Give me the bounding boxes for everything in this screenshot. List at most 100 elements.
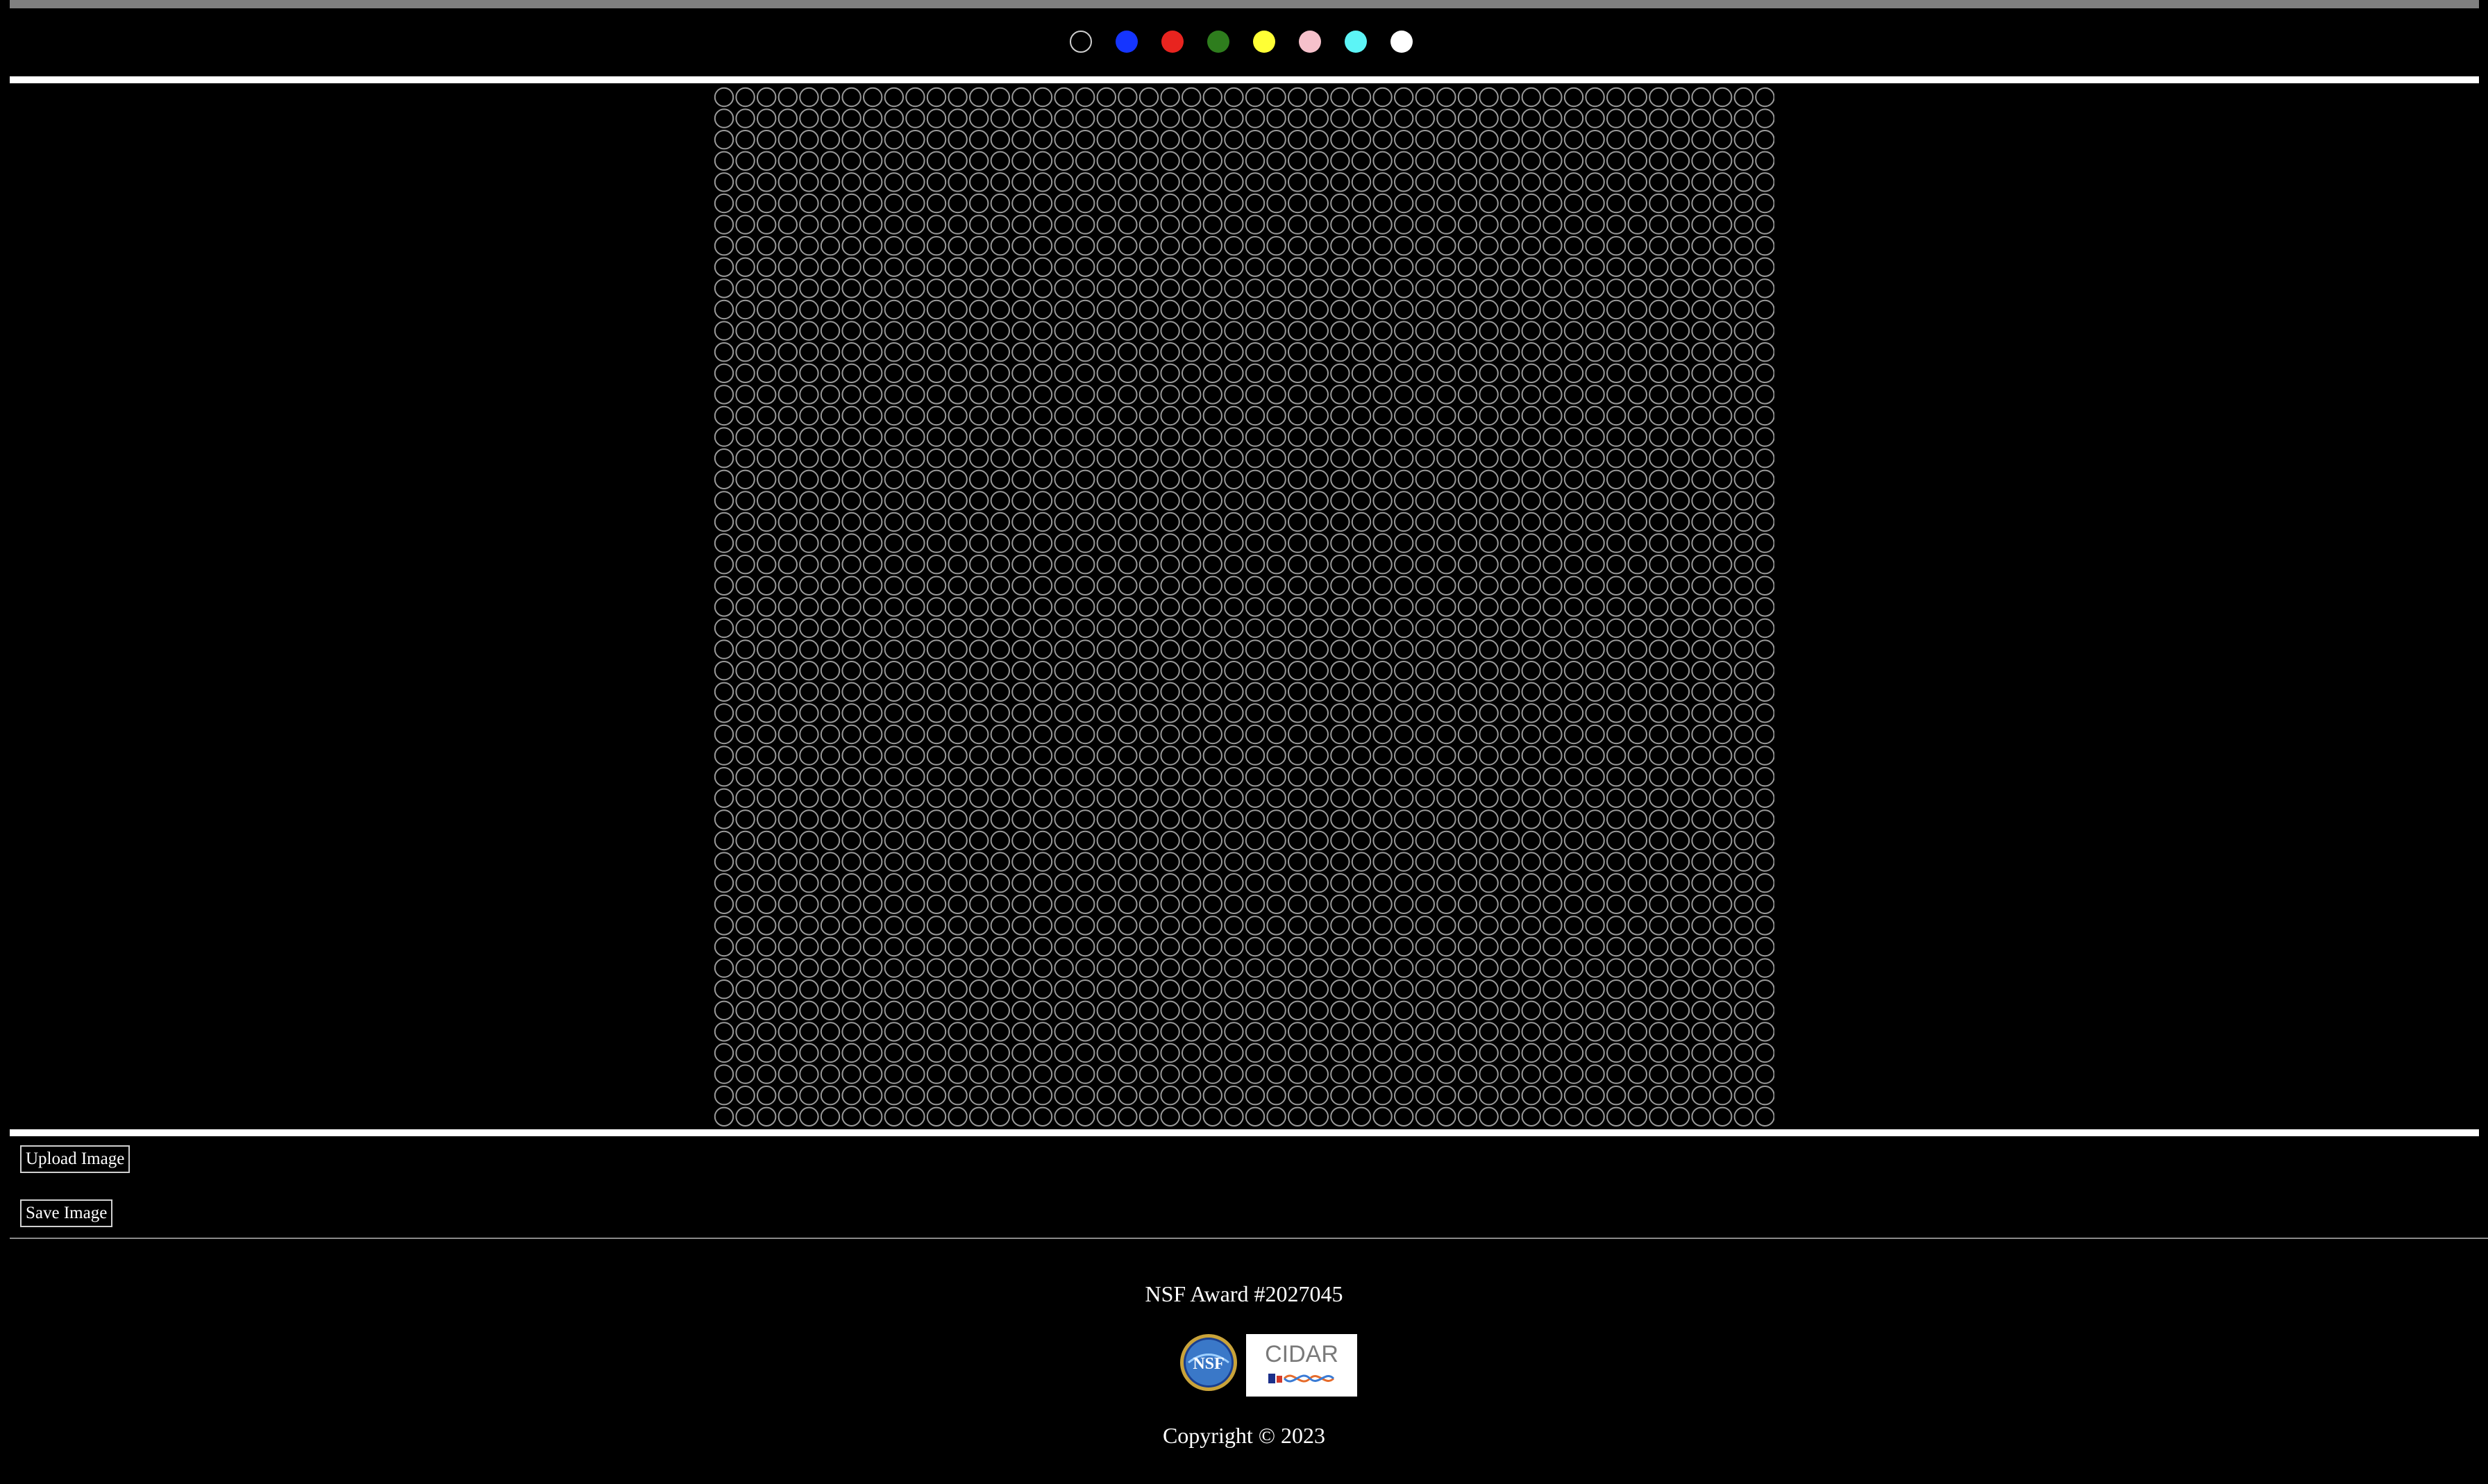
grid-cell[interactable] [905, 385, 925, 405]
grid-cell[interactable] [1479, 639, 1499, 659]
grid-cell[interactable] [905, 87, 925, 108]
grid-cell[interactable] [863, 172, 883, 192]
grid-cell[interactable] [1670, 278, 1690, 298]
grid-cell[interactable] [756, 1086, 777, 1106]
grid-cell[interactable] [1202, 873, 1222, 893]
grid-cell[interactable] [1372, 172, 1393, 192]
grid-cell[interactable] [926, 809, 947, 829]
grid-cell[interactable] [969, 830, 989, 851]
grid-cell[interactable] [1415, 936, 1436, 957]
grid-cell[interactable] [1054, 1000, 1074, 1021]
grid-cell[interactable] [1713, 575, 1733, 596]
grid-cell[interactable] [1500, 405, 1520, 426]
grid-cell[interactable] [1096, 894, 1116, 915]
grid-cell[interactable] [714, 193, 734, 214]
grid-cell[interactable] [1160, 1086, 1180, 1106]
grid-cell[interactable] [1118, 767, 1138, 787]
grid-cell[interactable] [1118, 299, 1138, 320]
grid-cell[interactable] [1224, 214, 1244, 235]
grid-cell[interactable] [1075, 703, 1095, 723]
grid-cell[interactable] [1479, 342, 1499, 362]
grid-cell[interactable] [863, 767, 883, 787]
grid-cell[interactable] [841, 575, 861, 596]
grid-cell[interactable] [1415, 916, 1436, 936]
grid-cell[interactable] [1394, 852, 1414, 872]
grid-cell[interactable] [1649, 129, 1669, 150]
grid-cell[interactable] [1224, 1043, 1244, 1063]
grid-cell[interactable] [1351, 299, 1372, 320]
grid-cell[interactable] [1755, 809, 1774, 829]
grid-cell[interactable] [1054, 257, 1074, 277]
grid-cell[interactable] [1415, 87, 1436, 108]
grid-cell[interactable] [1479, 299, 1499, 320]
grid-cell[interactable] [1394, 469, 1414, 489]
grid-cell[interactable] [1457, 427, 1478, 447]
grid-cell[interactable] [1372, 1086, 1393, 1106]
grid-cell[interactable] [820, 852, 841, 872]
grid-cell[interactable] [926, 214, 947, 235]
grid-cell[interactable] [778, 321, 798, 341]
grid-cell[interactable] [1118, 788, 1138, 809]
grid-cell[interactable] [926, 172, 947, 192]
grid-cell[interactable] [735, 172, 755, 192]
grid-cell[interactable] [1755, 639, 1774, 659]
grid-cell[interactable] [756, 299, 777, 320]
grid-cell[interactable] [1288, 682, 1308, 702]
grid-cell[interactable] [1309, 448, 1329, 469]
grid-cell[interactable] [1713, 661, 1733, 681]
grid-cell[interactable] [1670, 108, 1690, 128]
grid-cell[interactable] [1479, 788, 1499, 809]
grid-cell[interactable] [884, 129, 904, 150]
grid-cell[interactable] [1182, 448, 1202, 469]
grid-cell[interactable] [778, 151, 798, 171]
grid-cell[interactable] [1627, 830, 1648, 851]
grid-cell[interactable] [1670, 321, 1690, 341]
grid-cell[interactable] [990, 151, 1010, 171]
grid-cell[interactable] [1075, 193, 1095, 214]
grid-cell[interactable] [969, 1022, 989, 1042]
grid-cell[interactable] [799, 427, 819, 447]
grid-cell[interactable] [1521, 1000, 1542, 1021]
grid-cell[interactable] [1755, 448, 1774, 469]
grid-cell[interactable] [1245, 661, 1266, 681]
grid-cell[interactable] [820, 1000, 841, 1021]
grid-cell[interactable] [1415, 661, 1436, 681]
grid-cell[interactable] [756, 618, 777, 639]
grid-cell[interactable] [1245, 448, 1266, 469]
grid-cell[interactable] [1224, 724, 1244, 745]
grid-cell[interactable] [1096, 703, 1116, 723]
color-swatch-red[interactable] [1161, 31, 1184, 53]
grid-cell[interactable] [1351, 448, 1372, 469]
grid-cell[interactable] [1182, 830, 1202, 851]
grid-cell[interactable] [1245, 363, 1266, 383]
grid-cell[interactable] [1202, 512, 1222, 532]
grid-cell[interactable] [863, 916, 883, 936]
grid-cell[interactable] [1096, 427, 1116, 447]
grid-cell[interactable] [1691, 1064, 1711, 1084]
grid-cell[interactable] [1266, 809, 1286, 829]
grid-cell[interactable] [1372, 1043, 1393, 1063]
grid-cell[interactable] [1309, 236, 1329, 256]
grid-cell[interactable] [1224, 661, 1244, 681]
grid-cell[interactable] [1713, 321, 1733, 341]
grid-cell[interactable] [1182, 916, 1202, 936]
grid-cell[interactable] [990, 87, 1010, 108]
grid-cell[interactable] [905, 809, 925, 829]
grid-cell[interactable] [1351, 512, 1372, 532]
grid-cell[interactable] [1054, 193, 1074, 214]
grid-cell[interactable] [1606, 257, 1627, 277]
grid-cell[interactable] [1543, 1022, 1563, 1042]
grid-cell[interactable] [1075, 809, 1095, 829]
grid-cell[interactable] [1245, 555, 1266, 575]
grid-cell[interactable] [1075, 87, 1095, 108]
grid-cell[interactable] [820, 618, 841, 639]
grid-cell[interactable] [1649, 703, 1669, 723]
grid-cell[interactable] [1670, 1086, 1690, 1106]
grid-cell[interactable] [1394, 427, 1414, 447]
grid-cell[interactable] [820, 385, 841, 405]
grid-cell[interactable] [1521, 448, 1542, 469]
grid-cell[interactable] [1563, 129, 1584, 150]
grid-cell[interactable] [1500, 788, 1520, 809]
grid-cell[interactable] [1245, 405, 1266, 426]
grid-cell[interactable] [1457, 129, 1478, 150]
